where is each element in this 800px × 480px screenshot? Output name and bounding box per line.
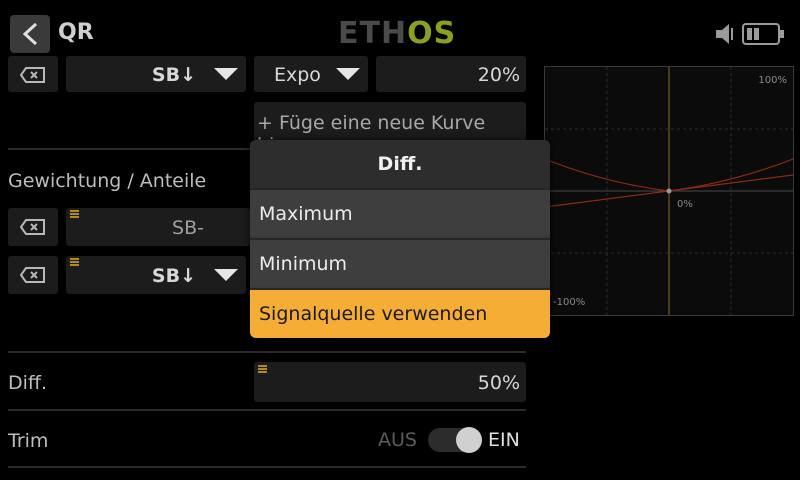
graph-label-top: 100% xyxy=(758,75,787,86)
weight-marker-icon xyxy=(258,365,267,373)
curve-value-field[interactable]: 20% xyxy=(376,56,526,92)
chevron-left-icon xyxy=(22,22,38,46)
dropdown-caret-icon xyxy=(214,269,238,281)
add-curve-button[interactable]: + Füge eine neue Kurve hi... xyxy=(254,102,526,156)
trim-on-label: EIN xyxy=(488,429,520,451)
graph-label-center: 0% xyxy=(677,199,693,210)
center-dot xyxy=(666,188,672,194)
weight-source-select[interactable]: SB- xyxy=(66,208,250,246)
weight-section-label: Gewichtung / Anteile xyxy=(8,170,207,192)
back-button[interactable] xyxy=(10,15,50,53)
trim-label: Trim xyxy=(8,430,49,452)
divider xyxy=(8,466,526,468)
trim-toggle-knob[interactable] xyxy=(456,427,482,453)
delete-weight-button[interactable] xyxy=(8,208,58,246)
diff-value-field[interactable]: 50% xyxy=(254,362,526,402)
weight-marker-icon xyxy=(70,258,79,266)
curve-type-select[interactable]: Expo xyxy=(254,56,368,92)
trim-off-label: AUS xyxy=(378,429,417,451)
screen-title: QR xyxy=(58,20,94,45)
option-maximum[interactable]: Maximum xyxy=(250,188,550,236)
battery-icon xyxy=(742,23,784,45)
delete-icon xyxy=(20,219,45,235)
curve-source-select[interactable]: SB↓ xyxy=(66,56,246,92)
dropdown-caret-icon xyxy=(214,68,238,80)
delete-icon xyxy=(20,67,45,83)
diff-options-dialog: Diff. Maximum Minimum Signalquelle verwe… xyxy=(250,140,550,338)
option-minimum[interactable]: Minimum xyxy=(250,238,550,286)
option-use-source[interactable]: Signalquelle verwenden xyxy=(250,288,550,338)
delete-icon xyxy=(20,267,45,283)
delete-weight-button[interactable] xyxy=(8,256,58,294)
dropdown-caret-icon xyxy=(336,68,360,80)
dialog-title: Diff. xyxy=(250,140,550,188)
weight-source-select[interactable]: SB↓ xyxy=(66,256,246,294)
ethos-logo: ETHOS xyxy=(338,16,457,51)
weight-marker-icon xyxy=(70,210,79,218)
graph-label-bottom: -100% xyxy=(553,297,585,308)
diff-label: Diff. xyxy=(8,372,48,394)
divider xyxy=(8,409,526,411)
divider xyxy=(8,351,526,353)
curve-plot: 100% 0% -100% xyxy=(544,67,794,315)
curve-graph: 100% 0% -100% xyxy=(544,66,794,316)
speaker-icon xyxy=(716,24,733,44)
delete-row-button[interactable] xyxy=(8,56,58,92)
